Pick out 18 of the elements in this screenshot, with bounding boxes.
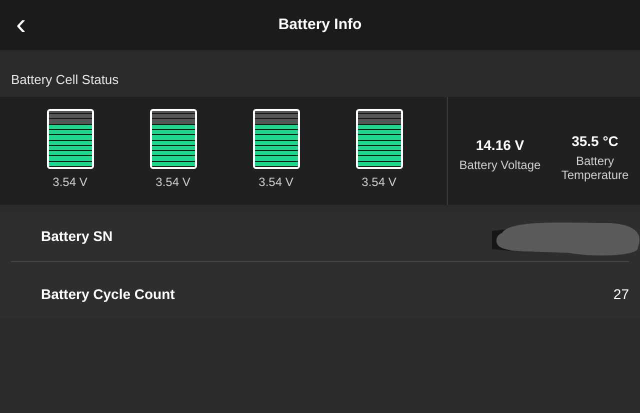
battery-cell-icon bbox=[356, 109, 402, 169]
stat-value: 35.5 °C bbox=[572, 132, 618, 151]
stat-label: Battery Temperature bbox=[560, 154, 630, 182]
row-label: Battery SN bbox=[41, 227, 113, 246]
stat-label: Battery Voltage bbox=[459, 158, 541, 172]
cell-voltage: 3.54 V bbox=[52, 174, 88, 191]
row-value: 27 bbox=[613, 284, 629, 304]
stat-value: 14.16 V bbox=[476, 136, 524, 155]
cell-voltage: 3.54 V bbox=[156, 174, 190, 191]
row-label: Battery Cycle Count bbox=[41, 284, 175, 304]
back-button[interactable]: ‹ bbox=[10, 8, 32, 42]
screen-title: Battery Info bbox=[278, 14, 362, 35]
battery-cell-icon bbox=[252, 109, 300, 169]
cell-voltage: 3.54 V bbox=[258, 174, 294, 191]
cell-voltage: 3.54 V bbox=[362, 174, 396, 191]
battery-cell-icon bbox=[46, 109, 94, 169]
battery-cell-icon bbox=[150, 109, 196, 169]
section-title: Battery Cell Status bbox=[11, 70, 119, 89]
